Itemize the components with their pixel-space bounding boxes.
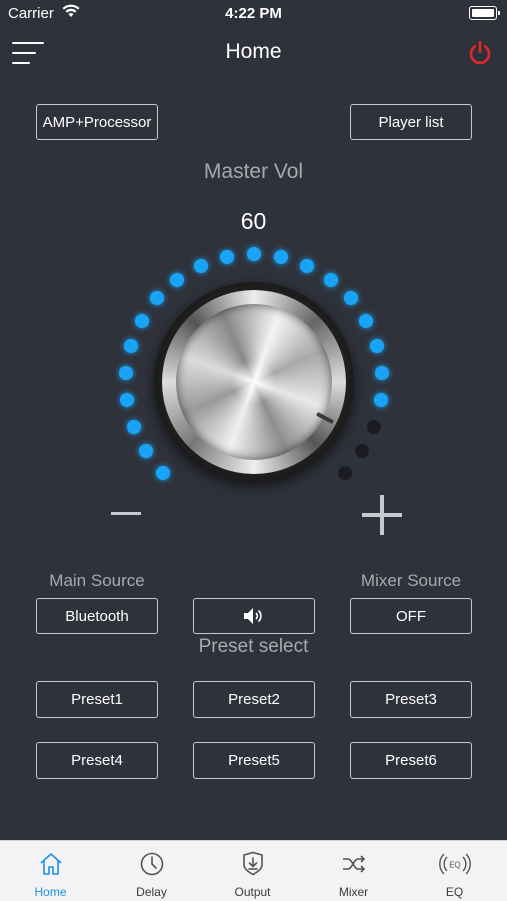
master-vol-label: Master Vol <box>203 160 304 183</box>
volume-knob[interactable] <box>154 282 354 482</box>
battery-icon <box>469 6 500 20</box>
volume-led-dot <box>134 313 149 328</box>
volume-led-dot <box>343 291 358 306</box>
nav-bar: Home <box>0 28 507 78</box>
knob-highlight <box>232 360 276 404</box>
volume-led-dot <box>156 465 171 480</box>
tab-output-label: Output <box>234 885 271 899</box>
tab-eq[interactable]: EQ EQ <box>404 841 505 901</box>
volume-led-dot <box>373 393 388 408</box>
volume-led-dot <box>127 419 142 434</box>
page-title: Home <box>225 40 282 63</box>
mixer-source-button[interactable]: OFF <box>350 598 472 634</box>
volume-led-dot <box>374 365 389 380</box>
speaker-button[interactable] <box>193 598 315 634</box>
volume-led-dot <box>150 291 165 306</box>
knob-face <box>176 304 334 460</box>
preset-select-label: Preset select <box>198 636 309 657</box>
svg-text:EQ: EQ <box>449 861 461 870</box>
volume-led-dot <box>219 249 234 264</box>
knob-position-marker <box>316 412 334 424</box>
amp-processor-button[interactable]: AMP+Processor <box>36 104 158 140</box>
master-vol-value: 60 <box>240 208 267 234</box>
tab-eq-label: EQ <box>445 885 464 899</box>
volume-led-dot <box>323 272 338 287</box>
volume-led-dot <box>247 247 261 261</box>
main-source-label: Main Source <box>49 571 145 590</box>
preset-button-1[interactable]: Preset1 <box>36 681 158 718</box>
volume-up-button[interactable] <box>362 495 402 535</box>
clock-icon <box>140 852 164 876</box>
volume-led-dot <box>369 338 384 353</box>
eq-icon: EQ <box>439 853 471 875</box>
volume-knob-area[interactable] <box>102 235 406 515</box>
tab-delay-label: Delay <box>136 885 167 899</box>
volume-led-dot <box>366 419 381 434</box>
volume-led-dot <box>170 272 185 287</box>
power-icon[interactable] <box>467 40 493 66</box>
preset-button-6[interactable]: Preset6 <box>350 742 472 779</box>
volume-led-dot <box>274 249 289 264</box>
knob-ring <box>162 290 346 474</box>
tab-mixer-label: Mixer <box>338 885 369 899</box>
preset-button-4[interactable]: Preset4 <box>36 742 158 779</box>
tab-delay[interactable]: Delay <box>101 841 202 901</box>
tab-output[interactable]: Output <box>202 841 303 901</box>
output-icon <box>243 851 263 876</box>
volume-led-dot <box>139 444 154 459</box>
player-list-button[interactable]: Player list <box>350 104 472 140</box>
volume-led-dot <box>359 313 374 328</box>
volume-led-dot <box>193 258 208 273</box>
preset-button-3[interactable]: Preset3 <box>350 681 472 718</box>
status-bar: Carrier 4:22 PM <box>0 0 507 28</box>
tab-home-label: Home <box>34 885 67 899</box>
home-icon <box>40 853 62 875</box>
clock-time: 4:22 PM <box>225 5 282 22</box>
shuffle-icon <box>343 855 366 873</box>
speaker-icon <box>244 608 262 624</box>
volume-led-dot <box>120 393 135 408</box>
volume-down-button[interactable] <box>111 512 141 515</box>
volume-led-dot <box>124 338 139 353</box>
volume-led-dot <box>119 365 134 380</box>
mixer-source-label: Mixer Source <box>360 571 462 590</box>
volume-led-dot <box>300 258 315 273</box>
tab-home[interactable]: Home <box>0 841 101 901</box>
tab-mixer[interactable]: Mixer <box>303 841 404 901</box>
tab-bar: Home Delay Output Mixer EQ EQ <box>0 840 507 901</box>
main-source-button[interactable]: Bluetooth <box>36 598 158 634</box>
preset-button-2[interactable]: Preset2 <box>193 681 315 718</box>
volume-led-dot <box>354 444 369 459</box>
preset-button-5[interactable]: Preset5 <box>193 742 315 779</box>
volume-led-dot <box>337 465 352 480</box>
